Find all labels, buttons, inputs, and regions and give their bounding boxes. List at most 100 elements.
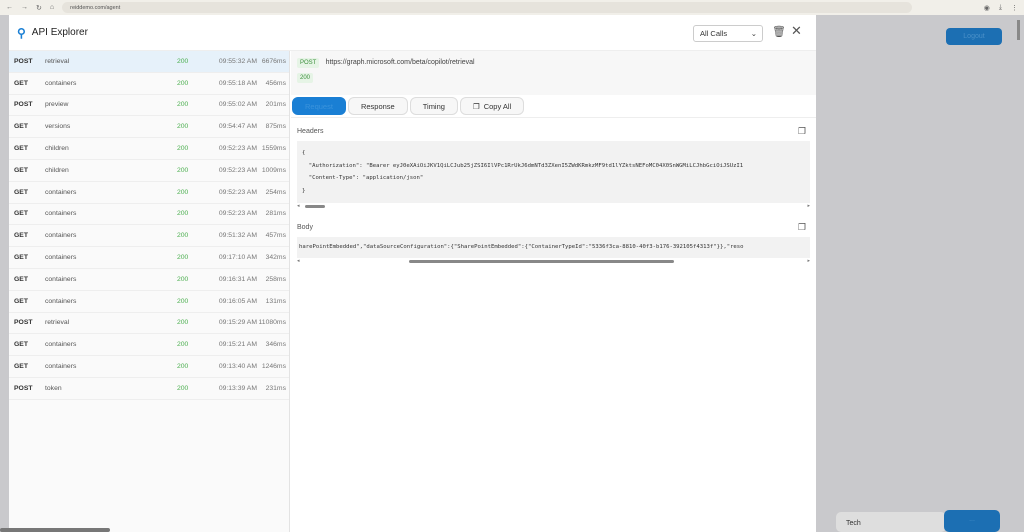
call-row[interactable]: GET containers 200 09:55:18 AM 456ms [9, 73, 289, 95]
call-path: retrieval [45, 57, 70, 65]
call-time: 09:55:32 AM [218, 57, 257, 65]
back-icon[interactable]: ← [6, 4, 13, 11]
filter-value: All Calls [700, 29, 728, 38]
chevron-down-icon: ⌄ [750, 29, 757, 38]
call-row[interactable]: GET containers 200 09:13:40 AM 1246ms [9, 356, 289, 378]
call-duration: 6676ms [261, 57, 286, 65]
call-row[interactable]: POST retrieval 200 09:55:32 AM 6676ms [9, 51, 289, 73]
headers-scrollbar[interactable]: ◂ ▸ [297, 203, 810, 210]
call-method: GET [14, 188, 28, 196]
copy-body-icon[interactable]: ❐ [798, 222, 806, 233]
call-duration: 254ms [265, 188, 286, 196]
call-row[interactable]: GET containers 200 09:52:23 AM 254ms [9, 182, 289, 204]
call-method: POST [14, 101, 33, 109]
body-scrollbar[interactable]: ◂ ▸ [297, 258, 810, 265]
call-time: 09:51:32 AM [218, 232, 257, 240]
search-icon: ⚲ [17, 25, 26, 40]
call-status: 200 [177, 254, 189, 262]
call-row[interactable]: GET children 200 09:52:23 AM 1009ms [9, 160, 289, 182]
call-duration: 281ms [265, 210, 286, 218]
call-row[interactable]: POST retrieval 200 09:15:29 AM 11080ms [9, 313, 289, 335]
panel-title: API Explorer [31, 27, 88, 38]
call-path: containers [45, 297, 77, 305]
call-path: preview [45, 101, 69, 109]
call-row[interactable]: GET containers 200 09:17:10 AM 342ms [9, 247, 289, 269]
card-button[interactable]: ... [944, 510, 1000, 532]
call-time: 09:55:02 AM [218, 101, 257, 109]
method-badge: POST [297, 58, 320, 68]
card-label: Tech [846, 520, 861, 527]
call-time: 09:16:05 AM [218, 297, 257, 305]
forward-icon[interactable]: → [21, 4, 28, 11]
call-row[interactable]: GET containers 200 09:15:21 AM 346ms [9, 334, 289, 357]
body-code: harePointEmbedded","dataSourceConfigurat… [297, 237, 810, 258]
call-path: token [45, 384, 62, 392]
call-method: GET [14, 275, 28, 283]
call-row[interactable]: GET containers 200 09:51:32 AM 457ms [9, 225, 289, 248]
call-method: POST [14, 57, 33, 65]
call-time: 09:52:23 AM [218, 145, 257, 153]
call-duration: 1559ms [261, 145, 286, 153]
url-text: reiddemo.com/agent [70, 4, 121, 11]
headers-code: { "Authorization": "Bearer eyJ0eXAiOiJKV… [297, 141, 810, 203]
copy-all-button[interactable]: ❐ Copy All [459, 97, 525, 115]
call-status: 200 [177, 188, 189, 196]
home-icon[interactable]: ⌂ [50, 4, 54, 11]
call-status: 200 [177, 210, 189, 218]
call-time: 09:54:47 AM [218, 123, 257, 131]
status-badge: 200 [297, 73, 314, 83]
logout-button[interactable]: Logout [946, 28, 1002, 45]
call-row[interactable]: POST preview 200 09:55:02 AM 201ms [9, 95, 289, 117]
call-path: containers [45, 363, 77, 371]
call-status: 200 [177, 297, 189, 305]
menu-icon[interactable]: ⋮ [1011, 4, 1018, 12]
call-time: 09:16:31 AM [218, 275, 257, 283]
call-row[interactable]: GET versions 200 09:54:47 AM 875ms [9, 116, 289, 139]
call-duration: 456ms [265, 79, 286, 87]
call-duration: 258ms [265, 275, 286, 283]
call-time: 09:13:39 AM [218, 384, 257, 392]
call-row[interactable]: POST token 200 09:13:39 AM 231ms [9, 378, 289, 400]
copy-all-label: Copy All [483, 101, 512, 111]
call-method: GET [14, 363, 28, 371]
reload-icon[interactable]: ↻ [36, 4, 42, 12]
call-row[interactable]: GET containers 200 09:16:31 AM 258ms [9, 269, 289, 291]
extension-icon[interactable]: ◉ [984, 4, 990, 12]
call-time: 09:17:10 AM [218, 254, 257, 262]
call-method: GET [14, 341, 28, 349]
trash-icon[interactable]: 🗑 [772, 25, 786, 38]
call-method: POST [14, 319, 33, 327]
call-time: 09:13:40 AM [218, 363, 257, 371]
call-row[interactable]: GET containers 200 09:52:23 AM 281ms [9, 204, 289, 226]
call-row[interactable]: GET children 200 09:52:23 AM 1559ms [9, 138, 289, 160]
call-duration: 131ms [265, 297, 286, 305]
call-method: GET [14, 297, 28, 305]
close-icon[interactable]: ✕ [791, 23, 802, 39]
call-status: 200 [177, 319, 189, 327]
call-row[interactable]: GET containers 200 09:16:05 AM 131ms [9, 291, 289, 313]
browser-toolbar: ← → ↻ ⌂ reiddemo.com/agent ◉ ⤓ ⋮ [0, 0, 1024, 15]
body-label: Body [297, 224, 313, 231]
tab-response[interactable]: Response [347, 97, 408, 115]
download-icon[interactable]: ⤓ [999, 4, 1002, 12]
call-path: containers [45, 188, 77, 196]
call-filter-select[interactable]: All Calls ⌄ [693, 25, 763, 42]
call-path: containers [45, 210, 77, 218]
address-bar[interactable]: reiddemo.com/agent [62, 2, 913, 13]
call-path: children [45, 145, 69, 153]
tab-timing[interactable]: Timing [409, 97, 458, 115]
call-path: children [45, 166, 69, 174]
call-duration: 231ms [265, 384, 286, 392]
horizontal-scrollbar[interactable] [0, 528, 110, 532]
call-method: GET [14, 210, 28, 218]
tab-request[interactable]: Request [292, 97, 346, 115]
call-method: GET [14, 145, 28, 153]
call-time: 09:15:29 AM [218, 319, 257, 327]
copy-headers-icon[interactable]: ❐ [798, 126, 806, 137]
background-card: Tech [836, 512, 946, 532]
api-explorer-panel: ⚲ API Explorer All Calls ⌄ 🗑 ✕ POST retrie… [9, 15, 816, 532]
page-scrollbar[interactable] [1017, 20, 1020, 40]
call-status: 200 [177, 341, 189, 349]
call-duration: 1009ms [261, 166, 286, 174]
request-url: https://graph.microsoft.com/beta/copilot… [325, 59, 475, 66]
